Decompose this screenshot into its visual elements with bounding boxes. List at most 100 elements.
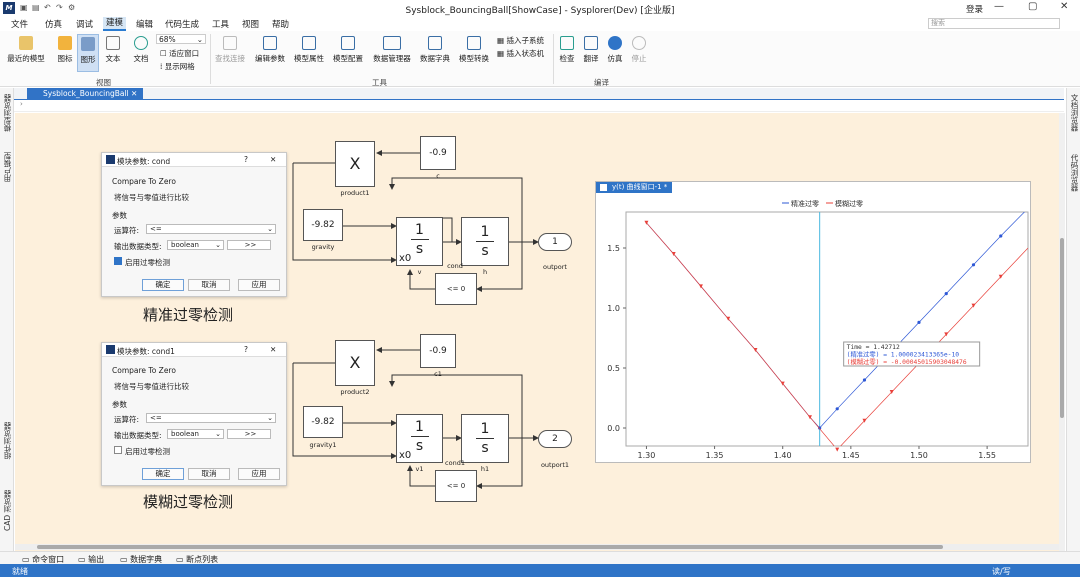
login-link[interactable]: 登录 — [966, 3, 983, 15]
search-input[interactable]: 搜索 — [928, 18, 1060, 29]
vertical-scroll-thumb[interactable] — [1060, 238, 1064, 418]
operator-select[interactable]: <= ⌄ — [146, 224, 276, 234]
menu-file[interactable]: 文件 — [11, 18, 28, 30]
dialog-close-button[interactable]: ✕ — [270, 345, 276, 354]
close-icon[interactable]: ✕ — [1060, 1, 1068, 12]
text-view-label: 文本 — [105, 54, 121, 63]
zero-crossing-checkbox[interactable] — [114, 257, 122, 265]
zoom-select[interactable]: 68% ⌄ — [156, 34, 206, 44]
compare-block-name: cond1 — [445, 459, 465, 467]
check-button[interactable]: 检查 — [556, 36, 578, 64]
gravity-block[interactable]: -9.82 — [303, 406, 343, 438]
insert-subsystem-button[interactable]: ▦ 插入子系统 — [497, 35, 544, 46]
more-options-button[interactable]: >> — [227, 240, 271, 250]
show-grid-button[interactable]: ⁞ 显示网格 — [160, 61, 195, 72]
apply-button[interactable]: 应用 — [238, 468, 280, 480]
dock-code-browser[interactable]: 代码浏览器 — [1069, 154, 1080, 192]
doc-tab-bouncingball[interactable]: Sysblock_BouncingBall ✕ — [27, 88, 144, 99]
dock-model-browser[interactable]: 模型浏览器 — [2, 94, 13, 132]
model-props-button[interactable]: 模型属性 — [291, 36, 327, 64]
constant-block[interactable]: -0.9 — [420, 136, 456, 170]
outport-block-name: outport — [543, 263, 567, 271]
more-options-button[interactable]: >> — [227, 429, 271, 439]
plot-window[interactable]: y(t) 曲线窗口-1 * 0.0 0.5 1.0 1.5 1.30 1.35 1.40 1.… — [595, 181, 1031, 463]
menu-tools[interactable]: 工具 — [212, 18, 229, 30]
model-convert-button[interactable]: 模型转换 — [456, 36, 492, 64]
horizontal-scroll-thumb[interactable] — [37, 545, 943, 549]
close-icon[interactable]: ✕ — [131, 89, 137, 98]
stop-icon — [632, 36, 646, 50]
model-config-button[interactable]: 模型配置 — [330, 36, 366, 64]
data-manager-icon — [383, 36, 401, 50]
integrator2-den: s — [481, 440, 489, 456]
outport-block[interactable]: 1 — [538, 233, 572, 251]
menu-help[interactable]: 帮助 — [272, 18, 289, 30]
product-block[interactable]: X — [335, 340, 375, 386]
plot-chart[interactable]: 0.0 0.5 1.0 1.5 1.30 1.35 1.40 1.45 1.50 1.55 精准过零… — [596, 194, 1030, 462]
compare-block[interactable]: <= 0 — [435, 470, 477, 502]
cancel-button[interactable]: 取消 — [188, 468, 230, 480]
dialog-close-button[interactable]: ✕ — [270, 155, 276, 164]
recent-models-button[interactable]: 最近的模型 — [6, 36, 46, 64]
simulate-button[interactable]: 仿真 — [604, 36, 626, 64]
doc-tab-label: Sysblock_BouncingBall — [43, 89, 129, 98]
dock-user-models[interactable]: 用户模型 — [2, 152, 13, 182]
integrator2-block[interactable]: 1 s — [461, 414, 509, 463]
find-connection-button[interactable]: 查找连接 — [212, 36, 248, 64]
insert-statemachine-button[interactable]: ▦ 插入状态机 — [497, 48, 544, 59]
graphic-view-button[interactable]: 图形 — [77, 34, 99, 72]
data-dict-button[interactable]: 数据字典 — [417, 36, 453, 64]
doc-view-button[interactable]: 文档 — [130, 36, 152, 64]
connection-icon — [223, 36, 237, 50]
menu-view[interactable]: 视图 — [242, 18, 259, 30]
help-button[interactable]: ? — [244, 155, 248, 164]
stop-button[interactable]: 停止 — [628, 36, 650, 64]
cancel-button[interactable]: 取消 — [188, 279, 230, 291]
block-params-dialog[interactable]: 模块参数: cond1 ? ✕ Compare To Zero 将信号与零值进行… — [101, 342, 287, 486]
integrator2-block[interactable]: 1 s — [461, 217, 509, 266]
dock-cad-browser[interactable]: CAD 浏览器 — [2, 490, 13, 531]
block-params-dialog[interactable]: 模块参数: cond ? ✕ Compare To Zero 将信号与零值进行比… — [101, 152, 287, 297]
menu-edit[interactable]: 编辑 — [136, 18, 153, 30]
app-logo-icon — [106, 345, 115, 354]
compare-block[interactable]: <= 0 — [435, 273, 477, 305]
menu-simulate[interactable]: 仿真 — [45, 18, 62, 30]
minimize-icon[interactable]: — — [994, 1, 1004, 12]
dtype-value: boolean — [171, 430, 199, 438]
dock-component-browser[interactable]: 组件浏览器 — [2, 422, 13, 460]
constant-block[interactable]: -0.9 — [420, 334, 456, 368]
group-label-compile: 编译 — [594, 78, 609, 87]
zero-crossing-checkbox[interactable] — [114, 446, 122, 454]
right-dock: 文档浏览器 代码浏览器 — [1066, 88, 1080, 566]
product-block[interactable]: X — [335, 141, 375, 187]
ok-button[interactable]: 确定 — [142, 279, 184, 291]
data-point-1 — [835, 447, 840, 452]
operator-select[interactable]: <= ⌄ — [146, 413, 276, 423]
help-button[interactable]: ? — [244, 345, 248, 354]
integrator-block[interactable]: 1 s x0 — [396, 414, 443, 463]
edit-icon — [263, 36, 277, 50]
data-manager-button[interactable]: 数据管理器 — [369, 36, 415, 64]
maximize-icon[interactable]: ▢ — [1028, 1, 1037, 12]
text-view-button[interactable]: 文本 — [102, 36, 124, 64]
edit-params-button[interactable]: 编辑参数 — [252, 36, 288, 64]
plot-tab[interactable]: y(t) 曲线窗口-1 * — [596, 182, 673, 193]
fit-window-button[interactable]: ☐ 适应窗口 — [160, 48, 199, 59]
menu-debug[interactable]: 调试 — [76, 18, 93, 30]
horizontal-scrollbar[interactable] — [15, 544, 1059, 550]
gravity-block[interactable]: -9.82 — [303, 209, 343, 241]
translate-button[interactable]: 翻译 — [580, 36, 602, 64]
dtype-select[interactable]: boolean ⌄ — [167, 240, 224, 250]
outport-block[interactable]: 2 — [538, 430, 572, 448]
icon-view-button[interactable]: 图标 — [54, 36, 76, 64]
menu-codegen[interactable]: 代码生成 — [165, 18, 199, 30]
dtype-select[interactable]: boolean ⌄ — [167, 429, 224, 439]
integrator-block[interactable]: 1 s x0 — [396, 217, 443, 266]
ok-button[interactable]: 确定 — [142, 468, 184, 480]
apply-button[interactable]: 应用 — [238, 279, 280, 291]
dock-doc-browser[interactable]: 文档浏览器 — [1069, 94, 1080, 132]
vertical-scrollbar[interactable] — [1059, 113, 1065, 551]
ribbon-separator — [210, 34, 211, 84]
group-label-tools: 工具 — [372, 78, 387, 87]
menu-modeling[interactable]: 建模 — [103, 17, 127, 31]
